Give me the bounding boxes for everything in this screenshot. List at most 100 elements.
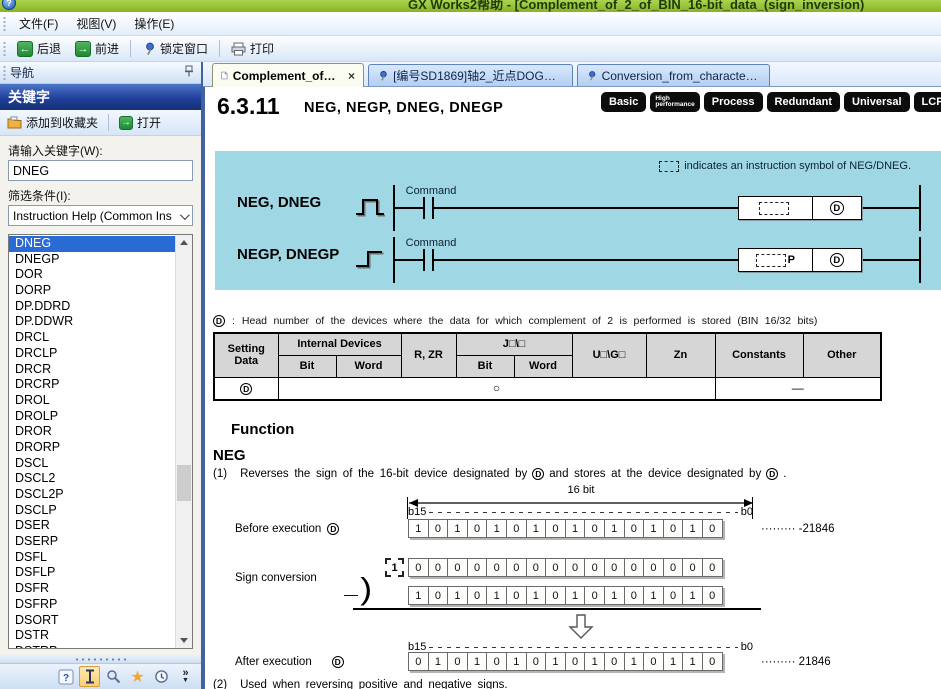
list-item[interactable]: DSERP	[9, 534, 175, 550]
instruction-symbol-cell	[739, 197, 813, 219]
list-item[interactable]: DSFL	[9, 550, 175, 566]
clock-icon	[154, 669, 169, 684]
favorites-button[interactable]: ★	[127, 666, 148, 687]
list-item[interactable]: DSTR	[9, 628, 175, 644]
bit-cell: 0	[467, 586, 488, 605]
filter-dropdown[interactable]: Instruction Help (Common Ins	[8, 205, 193, 226]
document-area: Complement_of_2_of_BIN_1... × [编号SD1869]…	[203, 62, 941, 689]
bit-cell: 1	[604, 519, 625, 538]
keyword-input[interactable]	[8, 160, 193, 181]
open-button[interactable]: → 打开	[116, 112, 164, 133]
list-item[interactable]: DORP	[9, 283, 175, 299]
add-to-favorites-button[interactable]: 添加到收藏夹	[4, 112, 101, 133]
bit-cell: 1	[526, 519, 547, 538]
function-item-1: (1) Reverses the sign of the 16-bit devi…	[213, 468, 786, 480]
list-item[interactable]: DSCLP	[9, 503, 175, 519]
pane-splitter[interactable]	[0, 655, 201, 663]
list-item[interactable]: DROLP	[9, 409, 175, 425]
tab-sd1869[interactable]: [编号SD1869]轴2_近点DOG%20...	[368, 64, 573, 86]
help-topics-button[interactable]: ?	[55, 666, 76, 687]
leader-dots: ·········	[761, 656, 795, 668]
before-bits-row: 1010101010101010	[408, 519, 723, 538]
list-item[interactable]: DSFRP	[9, 597, 175, 613]
bit-cell: 0	[643, 558, 664, 577]
list-item[interactable]: DSCL	[9, 456, 175, 472]
tab-complement-of-2[interactable]: Complement_of_2_of_BIN_1... ×	[212, 63, 364, 87]
circled-d-operand: D	[532, 468, 544, 480]
list-item[interactable]: DSCL2P	[9, 487, 175, 503]
list-item[interactable]: DNEG	[9, 236, 175, 252]
toolbar-overflow-button[interactable]: »▼	[175, 666, 196, 687]
bit-cell: 0	[682, 558, 703, 577]
scroll-up-arrow[interactable]	[176, 235, 192, 250]
bit-cell: 0	[506, 519, 527, 538]
list-item[interactable]: DROL	[9, 393, 175, 409]
bit-cell: 0	[663, 586, 684, 605]
bit-cell: 0	[584, 586, 605, 605]
after-execution-label: After execution D	[235, 656, 344, 668]
magnifier-icon	[106, 669, 121, 684]
bit-cell: 0	[545, 586, 566, 605]
back-button[interactable]: ← 后退	[10, 38, 68, 59]
list-item[interactable]: DRORP	[9, 440, 175, 456]
auto-hide-pin-icon[interactable]	[184, 65, 194, 80]
rising-edge-symbol-icon	[355, 249, 385, 269]
pushpin-icon	[377, 70, 388, 82]
filter-label: 筛选条件(I):	[8, 187, 193, 203]
not-applicable-mark: —	[715, 377, 881, 400]
scroll-thumb[interactable]	[177, 465, 191, 501]
bit-width-label: 16 bit	[408, 484, 754, 496]
list-item[interactable]: DOR	[9, 267, 175, 283]
scroll-down-arrow[interactable]	[176, 633, 192, 648]
history-button[interactable]	[151, 666, 172, 687]
list-item[interactable]: DP.DDRD	[9, 299, 175, 315]
ladder-row-neg: NEG, DNEG Command D	[215, 185, 941, 231]
menu-grip	[3, 16, 6, 32]
right-rail	[919, 237, 921, 283]
menu-item[interactable]: 视图(V)	[67, 12, 125, 35]
menu-item[interactable]: 文件(F)	[10, 12, 67, 35]
keyword-input-label: 请输入关键字(W):	[8, 142, 193, 158]
list-item[interactable]: DRCR	[9, 362, 175, 378]
col-other: Other	[803, 333, 881, 377]
list-item[interactable]: DSFR	[9, 581, 175, 597]
list-item[interactable]: DROR	[9, 424, 175, 440]
help-icon: ?	[58, 669, 74, 685]
list-item[interactable]: DSER	[9, 518, 175, 534]
search-button[interactable]	[103, 666, 124, 687]
menu-item[interactable]: 操作(E)	[125, 12, 183, 35]
bit-cell: 0	[545, 558, 566, 577]
list-item[interactable]: DSCL2	[9, 471, 175, 487]
list-item[interactable]: DNEGP	[9, 252, 175, 268]
right-rail	[919, 185, 921, 231]
b0-label: b0	[741, 506, 753, 518]
cpu-badge: Process	[704, 92, 763, 112]
list-item[interactable]: DP.DDWR	[9, 314, 175, 330]
cpu-badge: Highperformance	[650, 92, 699, 112]
tab-conversion[interactable]: Conversion_from_character_stri...	[577, 64, 770, 86]
lock-window-button[interactable]: 锁定窗口	[135, 38, 215, 59]
list-item[interactable]: DSFLP	[9, 565, 175, 581]
ladder-row-negp: NEGP, DNEGP Command P D	[215, 237, 941, 283]
tab-close-icon[interactable]: ×	[348, 69, 355, 83]
dashed-line	[429, 512, 737, 513]
list-item[interactable]: DRCRP	[9, 377, 175, 393]
operand-cell: D	[813, 249, 861, 271]
chevron-down-icon: ▼	[182, 677, 189, 685]
keyword-search-button[interactable]	[79, 666, 100, 687]
print-button[interactable]: 打印	[224, 38, 281, 59]
list-item[interactable]: DRCL	[9, 330, 175, 346]
list-item[interactable]: DRCLP	[9, 346, 175, 362]
triangle-down-icon	[180, 638, 188, 643]
back-label: 后退	[37, 40, 61, 57]
list-item[interactable]: DSTRP	[9, 644, 175, 648]
forward-button[interactable]: → 前进	[68, 38, 126, 59]
list-item[interactable]: DSORT	[9, 613, 175, 629]
triangle-up-icon	[180, 240, 188, 245]
section-number: 6.3.11	[217, 93, 280, 120]
col-link-direct: J□\□	[456, 333, 572, 355]
neg-heading: NEG	[213, 447, 246, 464]
list-scrollbar[interactable]	[175, 235, 192, 648]
window-title: GX Works2帮助 - [Complement_of_2_of_BIN_16…	[408, 0, 864, 12]
printer-icon	[231, 42, 246, 56]
